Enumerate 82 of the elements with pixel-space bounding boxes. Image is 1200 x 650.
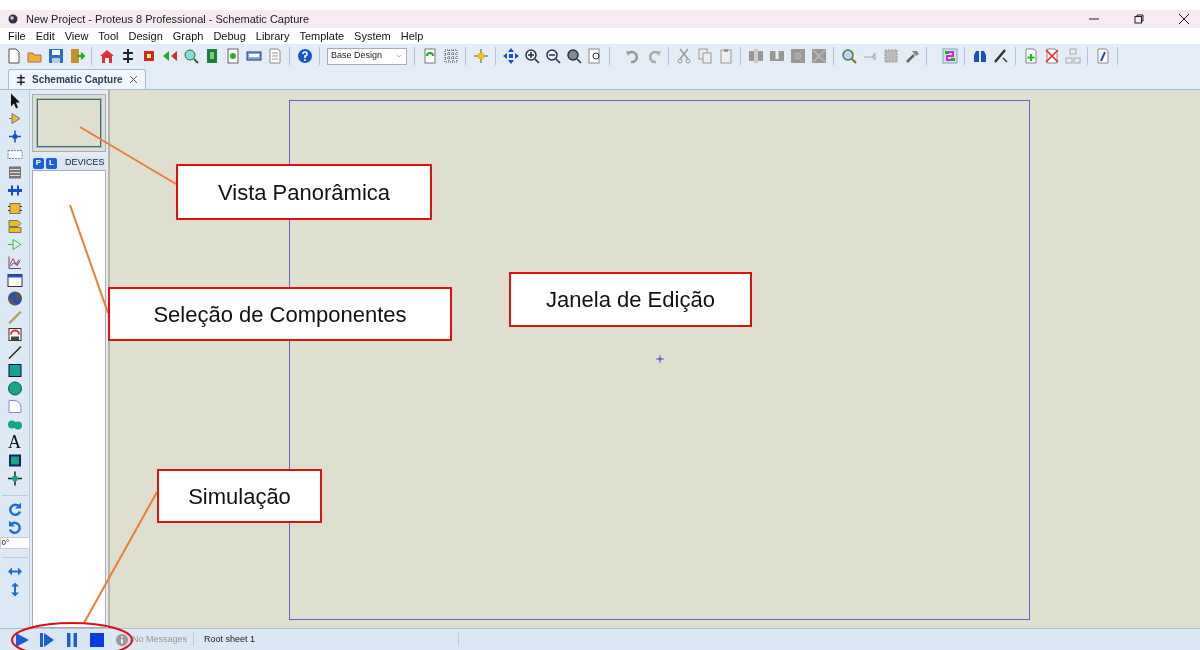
subcircuit-icon[interactable] [6, 200, 23, 217]
device-panel-button[interactable]: P [33, 157, 44, 169]
origin-marker-icon [656, 355, 664, 363]
block-delete-icon[interactable] [810, 48, 827, 64]
binoculars-icon[interactable] [971, 48, 988, 64]
menu-item[interactable]: System [354, 27, 391, 45]
rotate-clockwise-icon[interactable] [6, 501, 23, 518]
marker-icon[interactable] [6, 470, 23, 487]
paste-icon[interactable] [717, 48, 734, 64]
close-tab-icon[interactable] [127, 74, 139, 85]
document-tab[interactable]: Schematic Capture [8, 69, 146, 89]
annotation-label: Vista Panorâmica [176, 164, 432, 220]
graph-icon[interactable] [6, 254, 23, 271]
grid-icon[interactable] [442, 48, 459, 64]
menu-item[interactable]: Debug [213, 27, 246, 45]
delete-sheet-icon[interactable] [1043, 48, 1060, 64]
annotation-label: Janela de Edição [509, 272, 752, 327]
block-copy-icon[interactable] [747, 48, 764, 64]
annotation-label: Seleção de Componentes [108, 287, 452, 341]
line-tool-icon[interactable] [6, 344, 23, 361]
design-notes-icon[interactable] [1094, 48, 1111, 64]
restore-icon[interactable] [1133, 13, 1145, 25]
window-title: New Project - Proteus 8 Professional - Schematic Capture [26, 11, 310, 27]
zoom-out-icon[interactable] [544, 48, 561, 64]
status-message: No Messages [132, 632, 195, 647]
play-icon[interactable] [14, 631, 30, 648]
overview-panel[interactable] [32, 94, 106, 152]
terminal-icon[interactable] [6, 218, 23, 235]
schematic-icon [15, 73, 27, 86]
variant-dropdown[interactable]: Base Design [327, 47, 407, 65]
menu-item[interactable]: Edit [35, 27, 55, 45]
pan-icon[interactable] [502, 48, 519, 64]
text-tool-button[interactable]: A [8, 434, 21, 451]
help-icon[interactable] [296, 48, 313, 64]
circle-tool-icon[interactable] [6, 380, 23, 397]
overview-sheet-frame [37, 99, 101, 147]
block-rotate-icon[interactable] [789, 48, 806, 64]
arc-tool-icon[interactable] [6, 398, 23, 415]
menu-item[interactable]: Library [255, 27, 290, 45]
menu-item[interactable]: Tool [98, 27, 119, 45]
text-script-icon[interactable] [6, 164, 23, 181]
wire-autorouter-icon[interactable] [941, 48, 958, 64]
junction-dot-icon[interactable] [6, 128, 23, 145]
origin-icon[interactable] [472, 48, 489, 64]
save-icon[interactable] [47, 48, 64, 64]
symbol-icon[interactable] [6, 452, 23, 469]
app-logo-icon [8, 14, 18, 24]
property-tool-icon[interactable] [992, 48, 1009, 64]
zoom-area-icon[interactable] [586, 48, 603, 64]
zoom-in-icon[interactable] [523, 48, 540, 64]
rotation-angle-field[interactable]: 0° [0, 537, 30, 549]
new-sheet-icon[interactable] [1022, 48, 1039, 64]
close-icon[interactable] [1178, 13, 1190, 25]
step-icon[interactable] [39, 631, 55, 648]
annotation-label: Simulação [157, 469, 322, 523]
pause-icon[interactable] [64, 631, 80, 648]
box-tool-icon[interactable] [6, 362, 23, 379]
tape-recorder-icon[interactable] [6, 272, 23, 289]
new-file-icon[interactable] [5, 48, 22, 64]
device-panel-button[interactable]: L [46, 157, 57, 169]
info-icon [115, 632, 129, 647]
pick-device-icon[interactable] [840, 48, 857, 64]
exit-icon[interactable] [68, 48, 85, 64]
rotate-counterclockwise-icon[interactable] [6, 519, 23, 536]
block-move-icon[interactable] [768, 48, 785, 64]
menu-item[interactable]: Template [299, 27, 345, 45]
instrument-meter-icon[interactable] [6, 326, 23, 343]
refresh-icon[interactable] [421, 48, 438, 64]
home-icon[interactable] [98, 48, 115, 64]
zoom-all-icon[interactable] [565, 48, 582, 64]
device-panel-title: DEVICES [65, 156, 105, 170]
stop-icon[interactable] [89, 631, 105, 648]
menu-item[interactable]: View [64, 27, 89, 45]
menu-item[interactable]: Help [400, 27, 424, 45]
scissors-icon[interactable] [675, 48, 692, 64]
signal-generator-icon[interactable] [6, 290, 23, 307]
menu-item[interactable]: Design [128, 27, 163, 45]
menu-item[interactable]: File [8, 27, 26, 45]
menu-item[interactable]: Graph [172, 27, 204, 45]
display-panel-icon[interactable] [245, 48, 262, 64]
sheet-indicator: Root sheet 1 [204, 632, 460, 647]
undo-icon[interactable] [624, 48, 641, 64]
